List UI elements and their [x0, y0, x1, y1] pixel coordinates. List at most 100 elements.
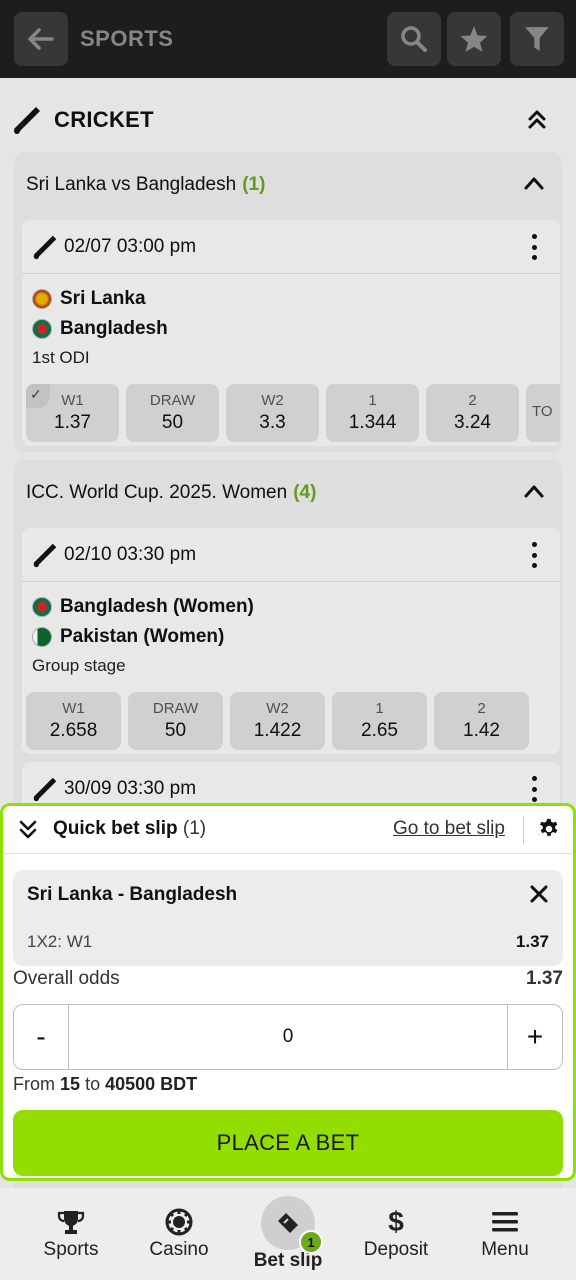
- search-button[interactable]: [387, 12, 441, 66]
- divider: [523, 816, 524, 844]
- cricket-icon: [33, 777, 57, 802]
- flag-icon: [32, 289, 52, 309]
- match-card[interactable]: 02/10 03:30 pm Bangladesh (Women) Pakist…: [22, 528, 560, 754]
- odd-label: 2: [468, 392, 477, 409]
- sport-header[interactable]: CRICKET: [12, 102, 564, 138]
- odd-button-2[interactable]: 2 1.42: [434, 692, 529, 750]
- close-icon[interactable]: [529, 884, 549, 904]
- league-count: (4): [293, 482, 317, 503]
- odd-value: 1.37: [54, 412, 91, 433]
- odd-value: 50: [161, 412, 184, 433]
- odds-row: W1 2.658 DRAW 50 W2 1.422 1 2.65 2 1.42: [22, 692, 560, 750]
- nav-label: Sports: [43, 1239, 99, 1260]
- favorites-button[interactable]: [447, 12, 501, 66]
- match-time-row: 02/07 03:00 pm: [22, 220, 560, 274]
- league-count: (1): [242, 174, 266, 195]
- filter-button[interactable]: [510, 12, 564, 66]
- odd-button-1[interactable]: 1 2.65: [332, 692, 427, 750]
- odd-value: 2.65: [361, 720, 398, 741]
- back-button[interactable]: [14, 12, 68, 66]
- match-card[interactable]: 02/07 03:00 pm Sri Lanka Bangladesh 1st …: [22, 220, 560, 446]
- odd-button-w2[interactable]: W2 3.3: [226, 384, 319, 442]
- more-options-icon[interactable]: [532, 234, 538, 260]
- bet-card: Sri Lanka - Bangladesh 1X2: W1 1.37: [13, 870, 563, 966]
- match-datetime: 02/07 03:00 pm: [64, 235, 197, 257]
- go-to-bet-slip-link[interactable]: Go to bet slip: [393, 818, 505, 840]
- nav-deposit[interactable]: $ Deposit: [341, 1188, 451, 1280]
- betslip-badge: 1: [299, 1230, 323, 1254]
- decrease-button[interactable]: -: [14, 1005, 68, 1069]
- league-name: Sri Lanka vs Bangladesh: [26, 174, 237, 195]
- team-home: Bangladesh (Women): [22, 592, 560, 622]
- odd-button-draw[interactable]: DRAW 50: [128, 692, 223, 750]
- odd-button-draw[interactable]: DRAW 50: [126, 384, 219, 442]
- odd-label: 1: [375, 700, 384, 717]
- check-icon: ✓: [30, 386, 42, 402]
- match-stage: 1st ODI: [32, 348, 90, 367]
- team-name: Sri Lanka: [60, 288, 146, 309]
- nav-casino[interactable]: Casino: [124, 1188, 234, 1280]
- star-icon: [460, 26, 488, 52]
- nav-label: Menu: [481, 1239, 529, 1260]
- nav-label: Deposit: [363, 1239, 429, 1260]
- odd-label: W1: [62, 700, 85, 717]
- odd-value: 1.422: [253, 720, 302, 741]
- odd-value: 2.658: [49, 720, 98, 741]
- odds-row: ✓ W1 1.37 DRAW 50 W2 3.3 1 1.344 2 3.24 …: [22, 384, 560, 442]
- chevron-up-icon[interactable]: [524, 484, 544, 498]
- bottom-nav: Sports Casino Bet slip 1 $ Deposit Menu: [0, 1188, 576, 1280]
- team-home: Sri Lanka: [22, 284, 560, 314]
- more-options-icon[interactable]: [532, 542, 538, 568]
- gear-icon[interactable]: [538, 818, 560, 840]
- team-name: Bangladesh: [60, 318, 168, 339]
- odd-button-w1[interactable]: ✓ W1 1.37: [26, 384, 119, 442]
- collapse-icon[interactable]: [17, 818, 39, 840]
- odd-value: 1.42: [463, 720, 500, 741]
- slip-header: Quick bet slip (1) Go to bet slip: [3, 806, 573, 854]
- range-max: 40500 BDT: [105, 1074, 198, 1094]
- stake-input[interactable]: [68, 1005, 508, 1069]
- odd-label: W1: [61, 392, 84, 409]
- odd-button-w2[interactable]: W2 1.422: [230, 692, 325, 750]
- league-header[interactable]: ICC. World Cup. 2025. Women (4): [14, 460, 562, 526]
- odd-button-to[interactable]: TO: [526, 384, 560, 442]
- search-icon: [401, 26, 427, 52]
- cricket-icon: [33, 543, 57, 567]
- odd-button-w1[interactable]: W1 2.658: [26, 692, 121, 750]
- odd-value: 3.24: [454, 412, 491, 433]
- more-options-icon[interactable]: [532, 776, 538, 802]
- odd-value: 50: [164, 720, 187, 741]
- slip-title: Quick bet slip (1): [53, 818, 206, 840]
- page-title: SPORTS: [80, 26, 174, 51]
- nav-betslip[interactable]: Bet slip: [233, 1188, 343, 1280]
- bet-match: Sri Lanka - Bangladesh: [27, 884, 238, 905]
- increase-button[interactable]: +: [508, 1005, 562, 1069]
- odd-label: 1: [368, 392, 377, 409]
- range-from-label: From: [13, 1074, 55, 1094]
- odd-label: 2: [477, 700, 486, 717]
- collapse-all-icon[interactable]: [526, 108, 548, 130]
- hamburger-icon: [491, 1207, 519, 1237]
- cricket-icon: [33, 235, 57, 259]
- nav-menu[interactable]: Menu: [450, 1188, 560, 1280]
- top-bar: SPORTS: [0, 0, 576, 78]
- odd-label: W2: [261, 392, 284, 409]
- overall-odds-value: 1.37: [526, 968, 563, 989]
- league-header[interactable]: Sri Lanka vs Bangladesh (1): [14, 152, 562, 218]
- league-card: Sri Lanka vs Bangladesh (1) 02/07 03:00 …: [14, 152, 562, 452]
- overall-odds-label: Overall odds: [13, 968, 120, 989]
- match-time-row: 02/10 03:30 pm: [22, 528, 560, 582]
- flag-icon: [32, 319, 52, 339]
- chevron-up-icon[interactable]: [524, 176, 544, 190]
- team-away: Bangladesh: [22, 314, 560, 344]
- flag-icon: [32, 597, 52, 617]
- stake-range: From 15 to 40500 BDT: [13, 1074, 197, 1095]
- team-name: Pakistan (Women): [60, 626, 225, 647]
- place-bet-button[interactable]: PLACE A BET: [13, 1110, 563, 1176]
- odd-button-2[interactable]: 2 3.24: [426, 384, 519, 442]
- nav-sports[interactable]: Sports: [16, 1188, 126, 1280]
- stake-stepper: - +: [13, 1004, 563, 1070]
- quick-bet-slip: Quick bet slip (1) Go to bet slip Sri La…: [0, 803, 576, 1181]
- odd-button-1[interactable]: 1 1.344: [326, 384, 419, 442]
- bet-odd: 1.37: [515, 932, 549, 951]
